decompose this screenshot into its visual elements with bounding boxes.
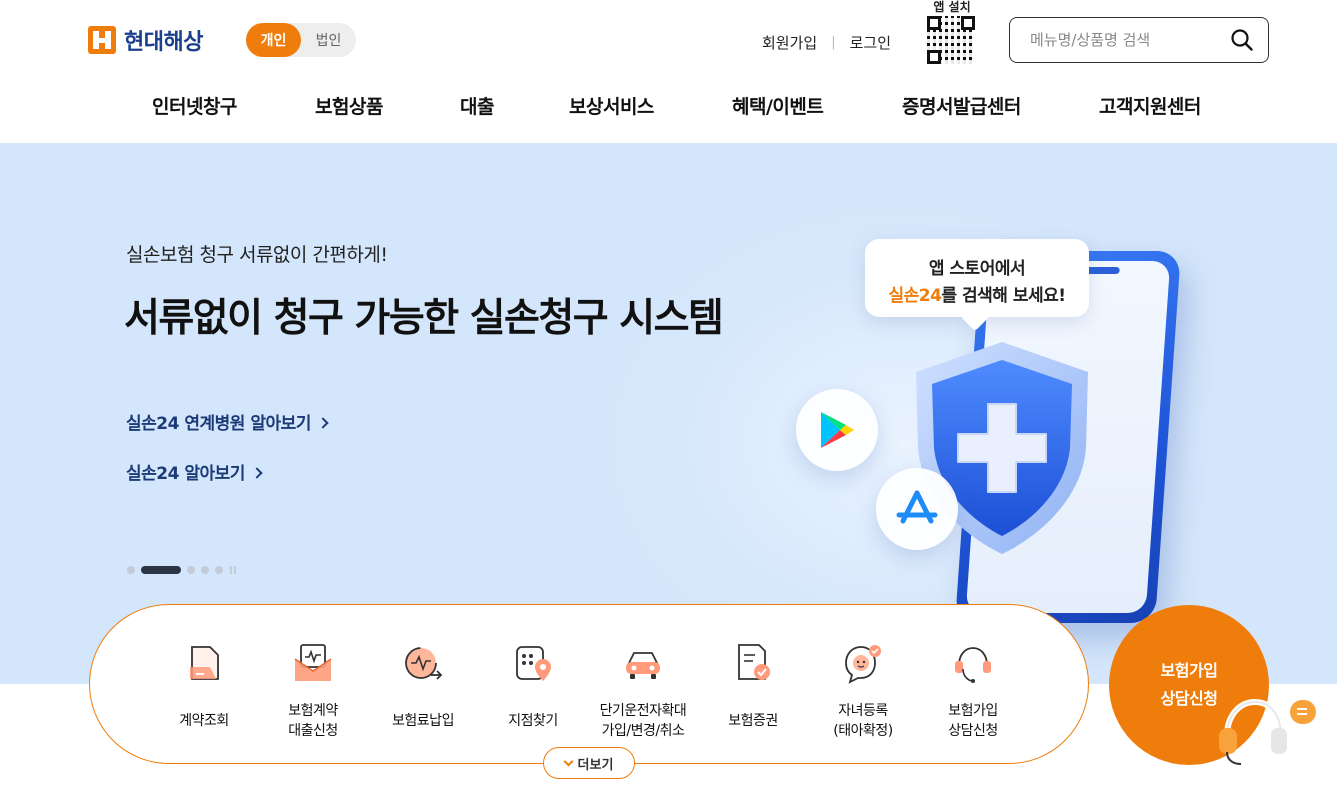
nav-item-claim-service[interactable]: 보상서비스	[569, 92, 654, 119]
search-icon[interactable]	[1230, 28, 1254, 52]
chevron-right-icon	[317, 417, 329, 429]
consult-line1: 보험가입	[1160, 661, 1218, 680]
signup-link[interactable]: 회원가입	[762, 32, 817, 53]
quick-item-label: 지점찾기	[508, 713, 558, 729]
policy-document-icon	[738, 644, 770, 680]
app-store-icon	[896, 490, 938, 524]
logo-h-icon	[88, 26, 116, 54]
hyundai-marine-logo[interactable]: 현대해상	[88, 24, 203, 56]
app-install-qr[interactable]: 앱 설치	[927, 0, 977, 66]
slide-dot[interactable]	[201, 566, 209, 574]
loan-envelope-icon	[294, 644, 332, 681]
search-box	[1009, 17, 1269, 63]
branch-locator-icon	[516, 646, 551, 681]
headset-icon	[1219, 698, 1287, 765]
child-registration-icon	[845, 645, 881, 684]
quick-item-label: 보험료납입	[392, 713, 454, 729]
slide-dot[interactable]	[187, 566, 195, 574]
hero-link-label: 실손24 알아보기	[126, 464, 245, 484]
segment-personal-button[interactable]: 개인	[246, 23, 301, 57]
car-icon	[626, 652, 660, 679]
slide-dot[interactable]	[215, 566, 223, 574]
app-store-speech-bubble: 앱 스토어에서 실손24를 검색해 보세요!	[865, 239, 1089, 317]
consult-headset-icon	[955, 647, 991, 683]
slide-dot[interactable]	[127, 566, 135, 574]
hero-title: 서류없이 청구 가능한 실손청구 시스템	[124, 296, 724, 341]
hero-link-label: 실손24 연계병원 알아보기	[126, 414, 311, 434]
bubble-rest: 를 검색해 보세요!	[941, 286, 1066, 306]
login-link[interactable]: 로그인	[850, 32, 891, 53]
quick-item-branch-finder[interactable]: 지점찾기	[478, 641, 588, 731]
nav-item-benefits-events[interactable]: 혜택/이벤트	[732, 92, 824, 119]
quick-item-policy[interactable]: 보험증권	[698, 641, 808, 731]
hero-subtitle: 실손보험 청구 서류없이 간편하게!	[126, 244, 388, 266]
nav-item-customer-support[interactable]: 고객지원센터	[1099, 92, 1201, 119]
search-input[interactable]	[1030, 31, 1220, 49]
segment-corporate-button[interactable]: 법인	[301, 23, 356, 57]
slide-pagination	[127, 566, 237, 574]
google-play-button[interactable]	[796, 389, 878, 471]
nav-item-insurance-products[interactable]: 보험상품	[315, 92, 383, 119]
premium-payment-icon	[405, 647, 443, 680]
contract-lookup-icon	[190, 646, 219, 680]
logo-text: 현대해상	[124, 30, 203, 55]
quick-item-label: 계약조회	[179, 713, 229, 729]
customer-type-toggle: 개인 법인	[246, 23, 356, 57]
nav-item-loan[interactable]: 대출	[460, 92, 494, 119]
quick-item-label: 보험증권	[728, 713, 778, 729]
site-header: 현대해상 개인 법인 회원가입 | 로그인 앱 설치 인터넷창구 보험상품 대출…	[0, 0, 1337, 143]
more-button[interactable]: 더보기	[543, 747, 635, 779]
pause-icon[interactable]	[229, 566, 237, 574]
quick-item-label: 보험가입 상담신청	[948, 703, 998, 739]
quick-item-child-registration[interactable]: 자녀등록 (태아확정)	[808, 641, 918, 741]
main-navigation: 인터넷창구 보험상품 대출 보상서비스 혜택/이벤트 증명서발급센터 고객지원센…	[0, 88, 1337, 124]
bubble-line1: 앱 스토어에서	[928, 259, 1026, 279]
nav-item-certificate-center[interactable]: 증명서발급센터	[902, 92, 1021, 119]
hero-link-partner-hospitals[interactable]: 실손24 연계병원 알아보기	[126, 409, 329, 434]
quick-item-short-term-driver[interactable]: 단기운전자확대 가입/변경/취소	[588, 641, 698, 741]
quick-menu: 계약조회 보험계약 대출신청 보험료납입 지점찾기 단기운전자확대 가입/변경/…	[89, 604, 1089, 764]
slide-dot-active[interactable]	[141, 566, 181, 574]
quick-item-label: 단기운전자확대 가입/변경/취소	[599, 703, 687, 739]
quick-item-loan-application[interactable]: 보험계약 대출신청	[258, 641, 368, 741]
util-divider: |	[831, 35, 836, 50]
quick-item-premium-payment[interactable]: 보험료납입	[368, 641, 478, 731]
qr-label: 앱 설치	[933, 0, 971, 14]
utility-links: 회원가입 | 로그인	[762, 32, 891, 53]
nav-item-internet-window[interactable]: 인터넷창구	[152, 92, 237, 119]
bubble-accent: 실손24	[888, 286, 942, 306]
quick-item-label: 보험계약 대출신청	[288, 703, 338, 739]
app-store-button[interactable]	[876, 468, 958, 550]
chat-bubble-icon	[1290, 700, 1316, 724]
google-play-icon	[821, 412, 854, 448]
chevron-right-icon	[251, 467, 263, 479]
bubble-line2: 실손24를 검색해 보세요!	[865, 281, 1089, 306]
quick-item-label: 자녀등록 (태아확정)	[833, 703, 893, 739]
quick-item-consultation[interactable]: 보험가입 상담신청	[918, 641, 1028, 741]
chevron-down-icon	[563, 756, 573, 766]
quick-item-contract-lookup[interactable]: 계약조회	[149, 641, 259, 731]
more-button-label: 더보기	[577, 757, 614, 773]
hero-banner: 실손보험 청구 서류없이 간편하게! 서류없이 청구 가능한 실손청구 시스템 …	[0, 143, 1337, 684]
qr-code-icon	[927, 16, 975, 64]
hero-link-silson24[interactable]: 실손24 알아보기	[126, 459, 263, 484]
